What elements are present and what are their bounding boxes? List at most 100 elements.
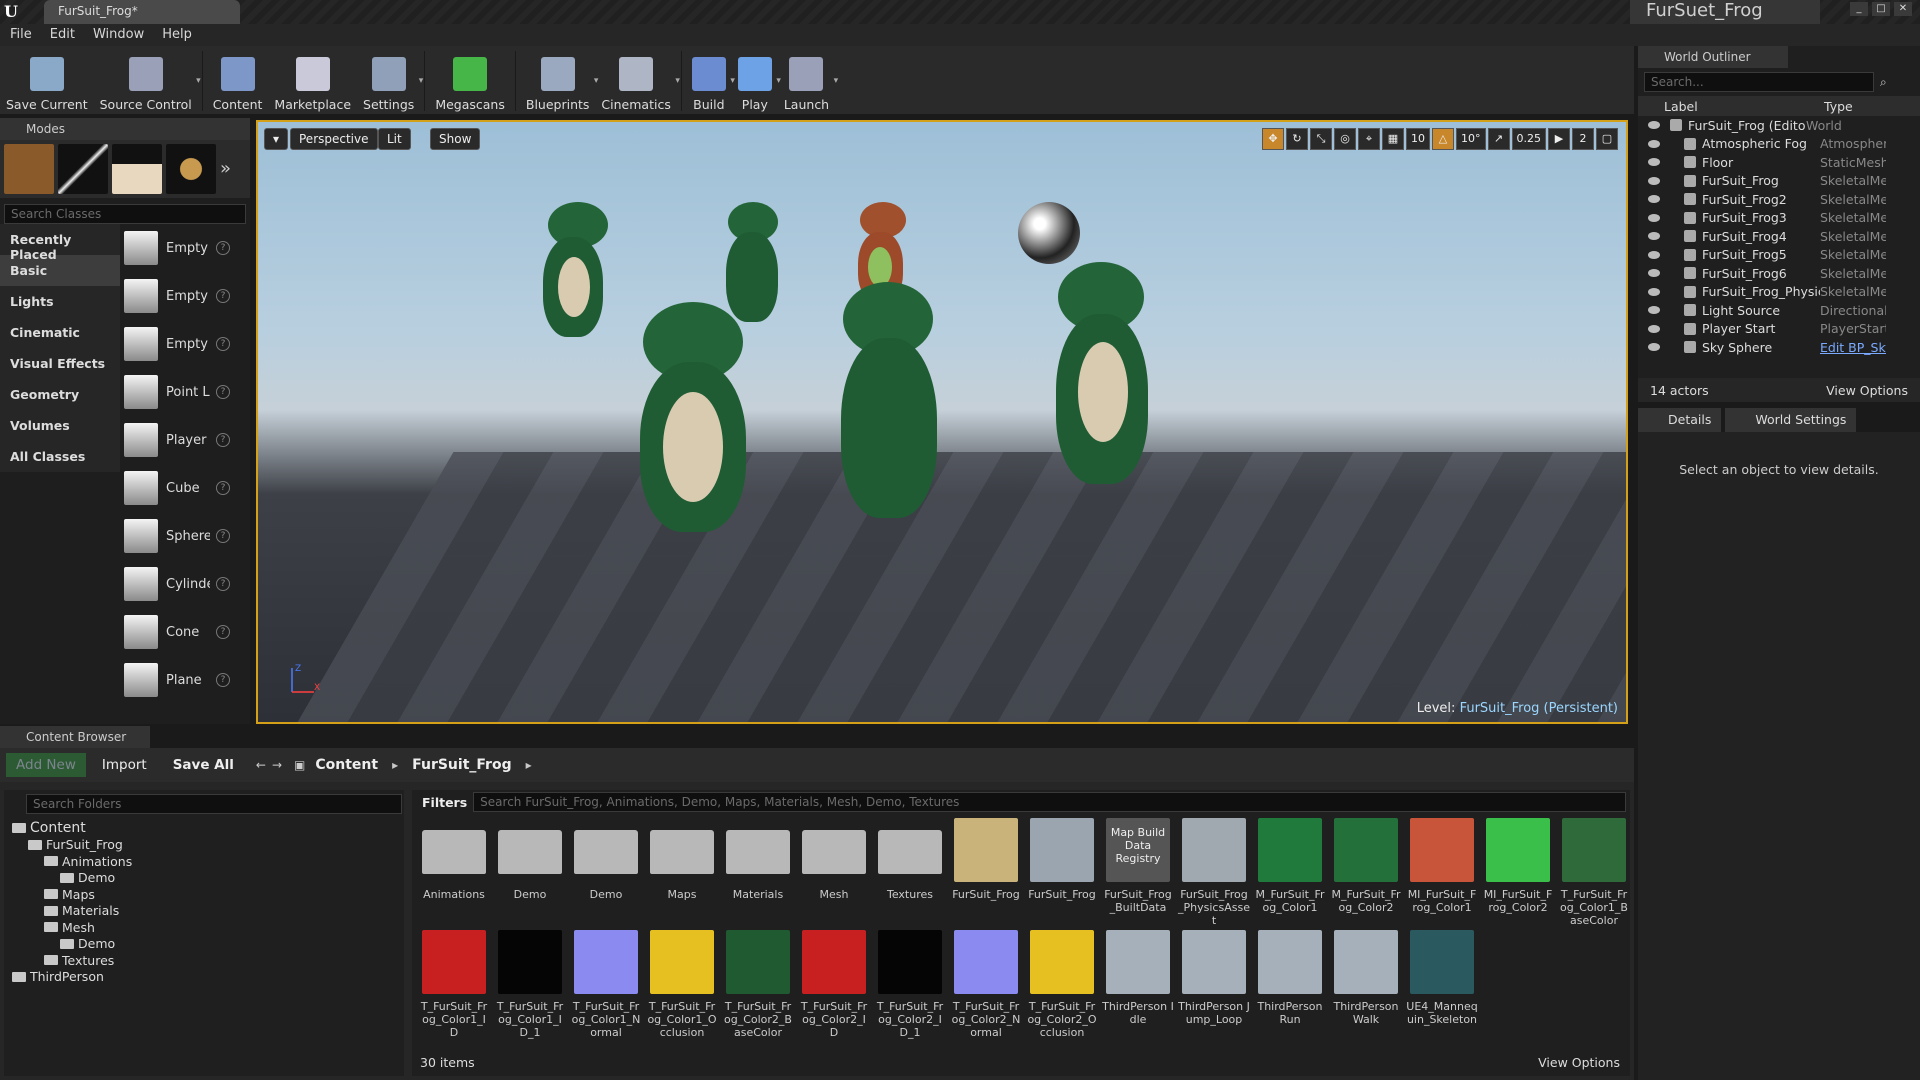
- more-modes-icon[interactable]: »: [220, 144, 231, 194]
- outliner-row[interactable]: Atmospheric Fog AtmosphericFog: [1638, 135, 1920, 154]
- help-icon[interactable]: ?: [216, 481, 230, 495]
- folder-tile[interactable]: Demo: [494, 818, 566, 930]
- folder-tile[interactable]: Textures: [874, 818, 946, 930]
- outliner-row[interactable]: Floor StaticMeshActor: [1638, 153, 1920, 172]
- placeable-item[interactable]: Empty ?: [124, 224, 240, 272]
- outliner-row[interactable]: FurSuit_Frog2 SkeletalMeshActor: [1638, 190, 1920, 209]
- visibility-eye-icon[interactable]: [1648, 324, 1660, 333]
- asset-tile[interactable]: M_FurSuit_Frog_Color1: [1254, 818, 1326, 930]
- menu-file[interactable]: File: [10, 24, 42, 46]
- launch-button[interactable]: Launch ▾: [778, 46, 838, 116]
- search-classes-input[interactable]: Search Classes: [4, 204, 246, 224]
- folder-tree-item[interactable]: FurSuit_Frog: [4, 837, 404, 854]
- asset-tile[interactable]: ThirdPerson Walk: [1330, 930, 1402, 1042]
- help-icon[interactable]: ?: [216, 385, 230, 399]
- label-column-header[interactable]: Label: [1664, 99, 1824, 116]
- asset-tile[interactable]: ThirdPerson Idle: [1102, 930, 1174, 1042]
- asset-tile[interactable]: T_FurSuit_Frog_Color2_ID_1: [874, 930, 946, 1042]
- outliner-row[interactable]: FurSuit_Frog6 SkeletalMeshActor: [1638, 264, 1920, 283]
- level-viewport[interactable]: ▾ Perspective Lit Show ✥ ↻ ⤡ ◎ ⌖ ▦ 10 △ …: [256, 120, 1628, 724]
- foliage-mode-icon[interactable]: [166, 144, 216, 194]
- camera-speed-icon[interactable]: ▶: [1548, 128, 1570, 150]
- visibility-eye-icon[interactable]: [1648, 343, 1660, 352]
- marketplace-button[interactable]: Marketplace: [268, 46, 357, 116]
- asset-tile[interactable]: Map Build Data Registry FurSuit_Frog_Bui…: [1102, 818, 1174, 930]
- visibility-eye-icon[interactable]: [1648, 269, 1660, 278]
- rotation-snap-value[interactable]: 10°: [1456, 128, 1486, 150]
- placeable-item[interactable]: Cylinde ?: [124, 560, 240, 608]
- folder-tile[interactable]: Demo: [570, 818, 642, 930]
- translate-icon[interactable]: ✥: [1262, 128, 1284, 150]
- perspective-button[interactable]: Perspective: [290, 128, 378, 150]
- asset-tile[interactable]: T_FurSuit_Frog_Color2_Occlusion: [1026, 930, 1098, 1042]
- asset-tile[interactable]: ThirdPerson Jump_Loop: [1178, 930, 1250, 1042]
- visibility-eye-icon[interactable]: [1648, 195, 1660, 204]
- visibility-eye-icon[interactable]: [1648, 306, 1660, 315]
- outliner-search-input[interactable]: Search...: [1644, 72, 1874, 92]
- outliner-row[interactable]: FurSuit_Frog_PhysicsAsset SkeletalMeshAc…: [1638, 283, 1920, 302]
- save-all-button[interactable]: Save All: [163, 753, 244, 777]
- category-recently-placed[interactable]: Recently Placed: [0, 224, 120, 262]
- landscape-mode-icon[interactable]: [112, 144, 162, 194]
- folder-tree-item[interactable]: Demo: [4, 870, 404, 887]
- forward-icon[interactable]: →: [272, 758, 282, 772]
- maximize-viewport-icon[interactable]: ▢: [1596, 128, 1618, 150]
- folder-tree-item[interactable]: Textures: [4, 952, 404, 969]
- megascans-button[interactable]: Megascans: [429, 46, 511, 116]
- grid-snap-icon[interactable]: ▦: [1382, 128, 1404, 150]
- placeable-item[interactable]: Empty ?: [124, 272, 240, 320]
- category-lights[interactable]: Lights: [0, 286, 120, 317]
- content-button[interactable]: Content: [207, 46, 269, 116]
- visibility-eye-icon[interactable]: [1648, 176, 1660, 185]
- level-document-tab[interactable]: FurSuit_Frog*: [44, 0, 240, 24]
- scale-snap-value[interactable]: 0.25: [1511, 128, 1546, 150]
- asset-tile[interactable]: T_FurSuit_Frog_Color1_Occlusion: [646, 930, 718, 1042]
- category-all-classes[interactable]: All Classes: [0, 441, 120, 472]
- scale-snap-icon[interactable]: ↗: [1487, 128, 1510, 150]
- blueprints-button[interactable]: Blueprints ▾: [520, 46, 598, 116]
- asset-tile[interactable]: MI_FurSuit_Frog_Color1: [1406, 818, 1478, 930]
- path-fursuit-frog[interactable]: FurSuit_Frog: [412, 757, 512, 773]
- surface-snap-icon[interactable]: ⌖: [1358, 128, 1380, 150]
- placeable-item[interactable]: Cube ?: [124, 464, 240, 512]
- asset-tile[interactable]: T_FurSuit_Frog_Color1_ID_1: [494, 930, 566, 1042]
- type-column-header[interactable]: Type: [1824, 99, 1853, 116]
- folder-tree-item[interactable]: Animations: [4, 853, 404, 870]
- visibility-eye-icon[interactable]: [1648, 250, 1660, 259]
- help-icon[interactable]: ?: [216, 529, 230, 543]
- asset-tile[interactable]: T_FurSuit_Frog_Color1_Normal: [570, 930, 642, 1042]
- place-mode-icon[interactable]: [4, 144, 54, 194]
- asset-tile[interactable]: T_FurSuit_Frog_Color2_BaseColor: [722, 930, 794, 1042]
- asset-tile[interactable]: UE4_Mannequin_Skeleton: [1406, 930, 1478, 1042]
- placeable-item[interactable]: Point L ?: [124, 368, 240, 416]
- filters-button[interactable]: Filters: [416, 795, 473, 810]
- menu-help[interactable]: Help: [162, 24, 202, 46]
- help-icon[interactable]: ?: [216, 625, 230, 639]
- settings-button[interactable]: Settings ▾: [357, 46, 423, 116]
- asset-search-input[interactable]: Search FurSuit_Frog, Animations, Demo, M…: [473, 792, 1626, 812]
- world-settings-tab[interactable]: World Settings: [1725, 408, 1857, 432]
- frog-actor[interactable]: [1038, 262, 1168, 542]
- menu-window[interactable]: Window: [93, 24, 154, 46]
- category-volumes[interactable]: Volumes: [0, 410, 120, 441]
- visibility-eye-icon[interactable]: [1648, 121, 1660, 130]
- world-outliner-tab[interactable]: World Outliner: [1638, 46, 1788, 68]
- visibility-eye-icon[interactable]: [1648, 287, 1660, 296]
- world-local-icon[interactable]: ◎: [1334, 128, 1356, 150]
- sky-sphere-reflection[interactable]: [1018, 202, 1080, 264]
- folder-tile[interactable]: Animations: [418, 818, 490, 930]
- visibility-eye-icon[interactable]: [1648, 213, 1660, 222]
- outliner-row[interactable]: Player Start PlayerStart: [1638, 320, 1920, 339]
- folder-tile[interactable]: Maps: [646, 818, 718, 930]
- content-browser-tab[interactable]: Content Browser: [0, 726, 150, 748]
- show-button[interactable]: Show: [430, 128, 481, 150]
- dropdown-arrow-icon[interactable]: ▾: [419, 76, 424, 86]
- folder-tile[interactable]: Mesh: [798, 818, 870, 930]
- path-content[interactable]: Content: [315, 757, 378, 773]
- viewport-menu-button[interactable]: ▾: [264, 128, 289, 150]
- build-button[interactable]: Build ▾: [686, 46, 735, 116]
- frog-actor[interactable]: [823, 282, 953, 582]
- placeable-item[interactable]: Cone ?: [124, 608, 240, 656]
- placeable-item[interactable]: Player ?: [124, 416, 240, 464]
- play-button[interactable]: Play ▾: [732, 46, 781, 116]
